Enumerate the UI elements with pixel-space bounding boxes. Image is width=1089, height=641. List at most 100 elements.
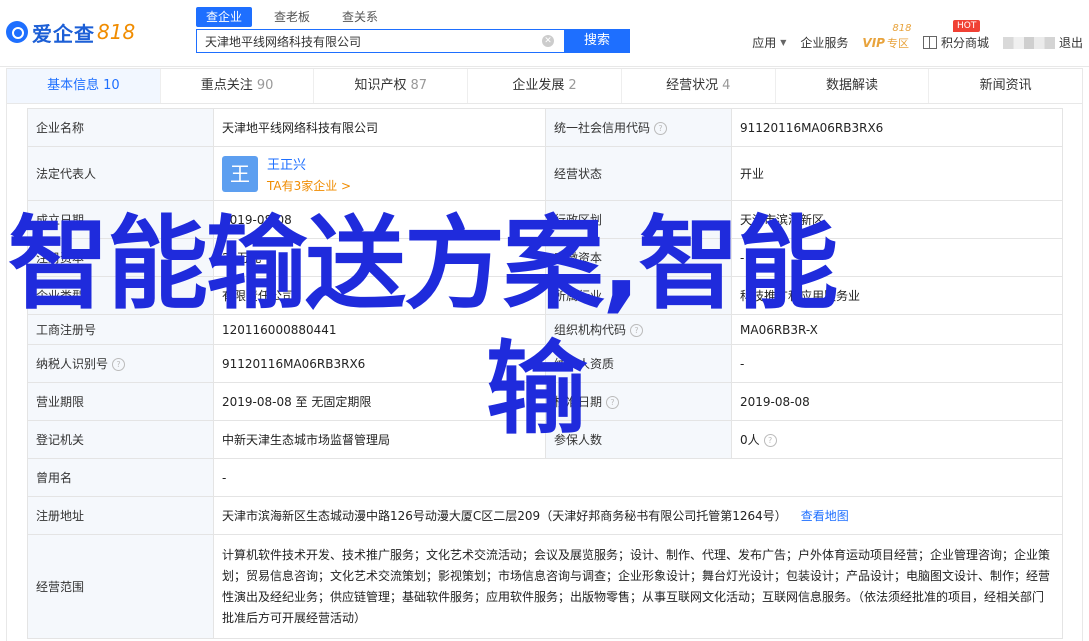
field-label: 纳税人识别号? <box>27 344 214 383</box>
field-label: 行政区划 <box>545 200 732 239</box>
registration-number: 120116000880441 <box>213 314 546 345</box>
table-row: 法定代表人 王 王正兴 TA有3家企业 > 经营状态 开业 <box>27 146 1063 201</box>
field-label: 经营状态 <box>545 146 732 201</box>
table-row: 注册地址 天津市滨海新区生态城动漫中路126号动漫大厦C区二层209（天津好邦商… <box>27 496 1063 535</box>
top-navigation: 应用 ▼ 企业服务 818 VIP 专区 HOT 积分商城 退出 <box>738 20 1083 51</box>
view-map-link[interactable]: 查看地图 <box>801 509 849 523</box>
hot-badge: HOT <box>952 20 981 32</box>
tab-count: 2 <box>568 78 577 93</box>
legal-rep-companies-link[interactable]: TA有3家企业 > <box>267 177 351 194</box>
table-row: 工商注册号 120116000880441 组织机构代码? MA06RB3R-X <box>27 314 1063 345</box>
business-scope: 计算机软件技术开发、技术推广服务；文化艺术交流活动；会议及展览服务；设计、制作、… <box>213 534 1063 639</box>
business-term: 2019-08-08 至 无固定期限 <box>213 382 546 421</box>
tab-ip[interactable]: 知识产权 87 <box>314 69 469 103</box>
vip-badge: 818 <box>892 22 912 34</box>
brand-logo[interactable]: 爱企查 818 <box>6 18 135 46</box>
tab-count: 4 <box>722 78 731 93</box>
field-label: 所属行业 <box>545 276 732 315</box>
tab-label: 基本信息 <box>47 78 100 93</box>
tab-label: 经营状况 <box>666 78 719 93</box>
help-icon[interactable]: ? <box>606 396 620 409</box>
company-name: 天津地平线网络科技有限公司 <box>213 108 546 147</box>
insured-staff: 0人? <box>731 420 1063 459</box>
company-type: 有限责任公司 <box>213 276 546 315</box>
help-icon[interactable]: ? <box>654 122 668 135</box>
region: 天津市滨海新区 <box>731 200 1063 239</box>
credit-code-label: 统一社会信用代码 <box>554 121 651 135</box>
tab-data-insight[interactable]: 数据解读 <box>776 69 930 103</box>
search-tab-company[interactable]: 查企业 <box>196 7 253 27</box>
detail-tabs: 基本信息 10 重点关注 90 知识产权 87 企业发展 2 经营状况 4 数据解读 新闻… <box>6 68 1083 104</box>
search-box: ✕ <box>196 29 564 53</box>
table-row: 注册资本 20万元 实缴资本 - <box>27 238 1063 277</box>
org-code-label: 组织机构代码 <box>554 323 627 337</box>
search-tab-boss[interactable]: 查老板 <box>264 7 320 27</box>
registration-authority: 中新天津生态城市场监督管理局 <box>213 420 546 459</box>
brand-badge: 818 <box>97 20 136 44</box>
industry: 科技推广和应用服务业 <box>731 276 1063 315</box>
approve-date-label: 核准日期 <box>554 395 603 409</box>
tab-count: 90 <box>256 78 274 93</box>
tab-count: 87 <box>410 78 428 93</box>
basic-info-table: 企业名称 天津地平线网络科技有限公司 统一社会信用代码? 91120116MA0… <box>27 108 1063 639</box>
tab-development[interactable]: 企业发展 2 <box>468 69 622 103</box>
field-label: 参保人数 <box>545 420 732 459</box>
search-tab-relation[interactable]: 查关系 <box>332 7 388 27</box>
nav-enterprise-services[interactable]: 企业服务 <box>800 34 848 51</box>
field-label: 注册资本 <box>27 238 214 277</box>
gift-icon <box>922 36 937 49</box>
header: 爱企查 818 查企业 查老板 查关系 ✕ 搜索 应用 ▼ 企业服务 818 V… <box>0 0 1089 67</box>
credit-code: 91120116MA06RB3RX6 <box>731 108 1063 147</box>
tax-qualification: - <box>731 344 1063 383</box>
search-type-tabs: 查企业 查老板 查关系 <box>196 7 400 27</box>
nav-vip[interactable]: 818 VIP 专区 <box>862 23 911 51</box>
nav-user[interactable]: 退出 <box>1002 34 1083 51</box>
legal-rep-name-link[interactable]: 王正兴 <box>267 154 351 173</box>
registered-capital: 20万元 <box>213 238 546 277</box>
field-label: 经营范围 <box>27 534 214 639</box>
help-icon[interactable]: ? <box>763 434 777 447</box>
table-row: 营业期限 2019-08-08 至 无固定期限 核准日期? 2019-08-08 <box>27 382 1063 421</box>
user-avatar <box>1002 36 1055 49</box>
field-label: 组织机构代码? <box>545 314 732 345</box>
table-row: 企业类型 有限责任公司 所属行业 科技推广和应用服务业 <box>27 276 1063 315</box>
field-label: 注册地址 <box>27 496 214 535</box>
field-label: 统一社会信用代码? <box>545 108 732 147</box>
tab-label: 新闻资讯 <box>979 78 1032 93</box>
table-row: 纳税人识别号? 91120116MA06RB3RX6 纳税人资质 - <box>27 344 1063 383</box>
search-button[interactable]: 搜索 <box>564 29 630 53</box>
help-icon[interactable]: ? <box>112 358 126 371</box>
search-input[interactable] <box>197 30 543 52</box>
table-row: 登记机关 中新天津生态城市场监督管理局 参保人数 0人? <box>27 420 1063 459</box>
avatar[interactable]: 王 <box>222 155 258 192</box>
nav-logout[interactable]: 退出 <box>1059 34 1083 51</box>
tab-key-attention[interactable]: 重点关注 90 <box>161 69 315 103</box>
nav-points-label: 积分商城 <box>940 36 989 50</box>
field-label: 核准日期? <box>545 382 732 421</box>
approve-date: 2019-08-08 <box>731 382 1063 421</box>
nav-app[interactable]: 应用 ▼ <box>752 34 786 51</box>
field-label: 法定代表人 <box>27 146 214 201</box>
org-code: MA06RB3R-X <box>731 314 1063 345</box>
brand-name: 爱企查 <box>32 21 95 46</box>
address-text: 天津市滨海新区生态城动漫中路126号动漫大厦C区二层209（天津好邦商务秘书有限… <box>222 509 787 523</box>
tab-label: 数据解读 <box>825 78 878 93</box>
tab-label: 知识产权 <box>354 78 407 93</box>
field-label: 曾用名 <box>27 458 214 497</box>
tab-basic-info[interactable]: 基本信息 10 <box>7 69 161 103</box>
field-label: 登记机关 <box>27 420 214 459</box>
chevron-down-icon: ▼ <box>780 38 787 47</box>
tab-news[interactable]: 新闻资讯 <box>929 69 1082 103</box>
field-label: 企业名称 <box>27 108 214 147</box>
tab-operations[interactable]: 经营状况 4 <box>622 69 776 103</box>
tab-count: 10 <box>103 78 120 93</box>
nav-points-mall[interactable]: HOT 积分商城 <box>922 20 989 51</box>
tax-id: 91120116MA06RB3RX6 <box>213 344 546 383</box>
registered-address: 天津市滨海新区生态城动漫中路126号动漫大厦C区二层209（天津好邦商务秘书有限… <box>213 496 1063 535</box>
help-icon[interactable]: ? <box>630 324 644 337</box>
vip-sub: 专区 <box>886 36 909 50</box>
legal-representative: 王 王正兴 TA有3家企业 > <box>213 146 546 201</box>
field-label: 企业类型 <box>27 276 214 315</box>
clear-icon[interactable]: ✕ <box>542 35 554 47</box>
table-row: 企业名称 天津地平线网络科技有限公司 统一社会信用代码? 91120116MA0… <box>27 108 1063 147</box>
